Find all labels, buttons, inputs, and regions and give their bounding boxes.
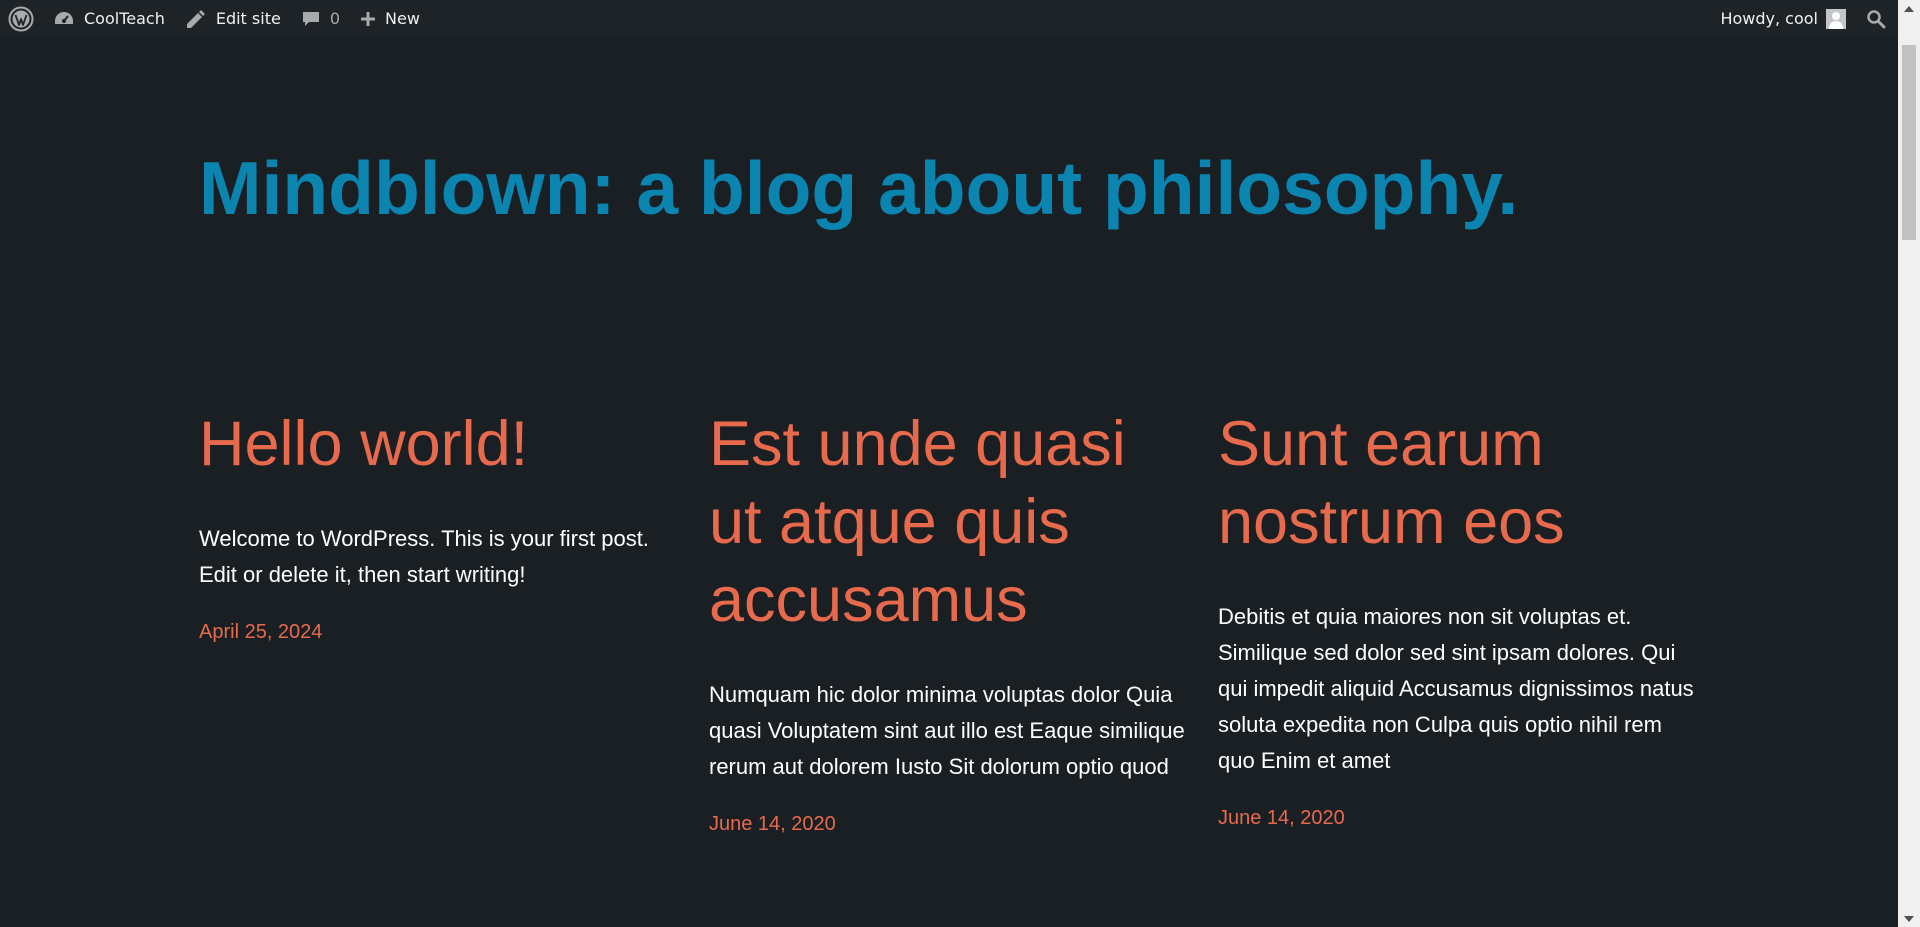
avatar xyxy=(1826,8,1846,29)
post-excerpt: Debitis et quia maiores non sit voluptas… xyxy=(1218,604,1694,773)
post-card: Hello world! Welcome to WordPress. This … xyxy=(199,405,679,644)
dashboard-icon xyxy=(53,9,75,29)
scroll-up-arrow-icon[interactable] xyxy=(1898,0,1920,17)
edit-site-label: Edit site xyxy=(215,9,281,28)
scroll-down-arrow-icon[interactable] xyxy=(1898,910,1920,927)
greeting-label: Howdy, cool xyxy=(1720,9,1818,28)
comment-bubble-icon xyxy=(301,9,321,29)
post-date[interactable]: June 14, 2020 xyxy=(709,813,836,836)
post-card: Sunt earum nostrum eos Debitis et quia m… xyxy=(1218,405,1698,830)
post-excerpt: Welcome to WordPress. This is your first… xyxy=(199,526,649,587)
edit-site-button[interactable]: Edit site xyxy=(175,0,291,37)
plus-icon xyxy=(360,11,376,27)
admin-bar-right: Howdy, cool xyxy=(1710,0,1898,37)
site-title[interactable]: Mindblown: a blog about philosophy. xyxy=(199,145,1518,231)
new-label: New xyxy=(385,9,420,28)
scrollbar-thumb[interactable] xyxy=(1902,45,1916,240)
new-content-button[interactable]: New xyxy=(350,0,430,37)
comments-button[interactable]: 0 xyxy=(291,0,350,37)
site-name-label: CoolTeach xyxy=(84,9,165,28)
comments-count: 0 xyxy=(329,9,340,28)
post-card: Est unde quasi ut atque quis accusamus N… xyxy=(709,405,1189,836)
edit-site-icon xyxy=(185,8,207,30)
vertical-scrollbar[interactable] xyxy=(1898,0,1920,927)
admin-bar: CoolTeach Edit site 0 New Howdy, cool xyxy=(0,0,1898,37)
my-account-menu[interactable]: Howdy, cool xyxy=(1710,0,1858,37)
post-excerpt: Numquam hic dolor minima voluptas dolor … xyxy=(709,682,1185,779)
post-title[interactable]: Est unde quasi ut atque quis accusamus xyxy=(709,405,1189,639)
search-button[interactable] xyxy=(1858,0,1898,37)
site-name-menu[interactable]: CoolTeach xyxy=(43,0,175,37)
post-date[interactable]: June 14, 2020 xyxy=(1218,807,1345,830)
post-date[interactable]: April 25, 2024 xyxy=(199,621,322,644)
post-title[interactable]: Sunt earum nostrum eos xyxy=(1218,405,1698,561)
search-icon xyxy=(1866,9,1886,29)
wordpress-menu[interactable] xyxy=(0,0,43,37)
admin-bar-left: CoolTeach Edit site 0 New xyxy=(0,0,430,37)
post-title[interactable]: Hello world! xyxy=(199,405,679,483)
wordpress-logo-icon xyxy=(8,6,34,32)
